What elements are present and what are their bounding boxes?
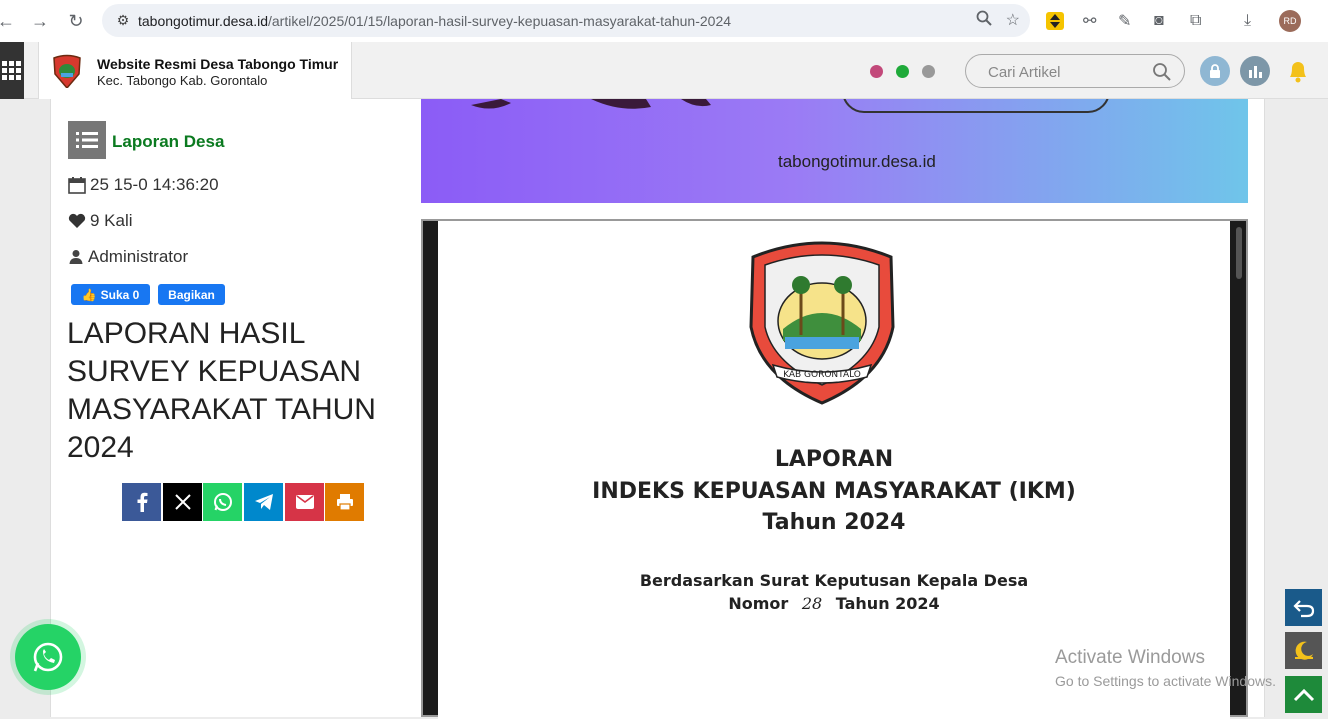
thumbs-up-icon: 👍 bbox=[81, 287, 97, 302]
zoom-icon[interactable] bbox=[976, 10, 992, 31]
x-icon bbox=[174, 494, 191, 510]
search-input[interactable]: Cari Artikel bbox=[965, 54, 1185, 88]
share-x-button[interactable] bbox=[163, 483, 202, 521]
list-icon bbox=[68, 121, 106, 159]
menu-grid-icon[interactable] bbox=[0, 42, 24, 99]
color-dot-pink[interactable] bbox=[870, 65, 883, 78]
whatsapp-icon bbox=[213, 493, 232, 511]
article-title: LAPORAN HASIL SURVEY KEPUASAN MASYARAKAT… bbox=[67, 317, 376, 464]
banner-illustration bbox=[471, 99, 711, 109]
facebook-like-button[interactable]: 👍 Suka 0 bbox=[71, 284, 150, 305]
pdf-viewer[interactable]: KAB GORONTALO LAPORAN INDEKS KEPUASAN MA… bbox=[421, 219, 1248, 719]
viewer-scrollbar[interactable] bbox=[1236, 227, 1242, 279]
address-bar[interactable]: ⚙ tabongotimur.desa.id/artikel/2025/01/1… bbox=[102, 4, 1030, 37]
article-banner-image: tabongotimur.desa.id bbox=[421, 99, 1248, 203]
camera-icon[interactable]: ◙ bbox=[1154, 9, 1164, 33]
forward-icon[interactable]: → bbox=[24, 5, 56, 37]
extensions-puzzle-icon[interactable]: ⧉ bbox=[1190, 9, 1201, 33]
article-author: Administrator bbox=[68, 247, 188, 267]
watermark-title: Activate Windows bbox=[1055, 647, 1205, 668]
share-email-button[interactable] bbox=[285, 483, 324, 521]
doc-number-line: Nomor 28 Tahun 2024 bbox=[728, 594, 940, 613]
chevron-up-icon bbox=[1293, 688, 1314, 701]
watermark-subtitle: Go to Settings to activate Windows. bbox=[1055, 673, 1276, 689]
bell-icon[interactable] bbox=[1283, 56, 1313, 86]
facebook-icon bbox=[137, 492, 147, 512]
browser-toolbar: ← → ↻ ⚙ tabongotimur.desa.id/artikel/202… bbox=[0, 0, 1328, 42]
banner-button-shape bbox=[842, 99, 1110, 113]
article-page: Laporan Desa 25 15-0 14:36:20 9 Kali Adm… bbox=[50, 99, 1265, 719]
share-whatsapp-button[interactable] bbox=[203, 483, 242, 521]
article-date: 25 15-0 14:36:20 bbox=[68, 175, 219, 195]
site-subtitle: Kec. Tabongo Kab. Gorontalo bbox=[97, 73, 268, 88]
scroll-top-button[interactable] bbox=[1285, 676, 1322, 713]
calendar-icon bbox=[68, 177, 86, 194]
statistics-icon[interactable] bbox=[1240, 56, 1270, 86]
category-link[interactable]: Laporan Desa bbox=[112, 132, 224, 152]
banner-url-text: tabongotimur.desa.id bbox=[778, 152, 936, 171]
telegram-icon bbox=[254, 494, 273, 510]
color-dot-gray[interactable] bbox=[922, 65, 935, 78]
emblem-text: KAB GORONTALO bbox=[783, 370, 861, 380]
search-icon[interactable] bbox=[1152, 62, 1172, 82]
dark-mode-button[interactable] bbox=[1285, 632, 1322, 669]
whatsapp-float-button[interactable] bbox=[15, 624, 81, 690]
pdf-page: KAB GORONTALO LAPORAN INDEKS KEPUASAN MA… bbox=[438, 221, 1230, 719]
views-text: 9 Kali bbox=[90, 211, 133, 230]
url-text[interactable]: tabongotimur.desa.id/artikel/2025/01/15/… bbox=[138, 13, 731, 29]
heart-icon bbox=[68, 213, 86, 228]
email-icon bbox=[295, 495, 314, 509]
regency-emblem: KAB GORONTALO bbox=[749, 241, 895, 405]
color-dot-green[interactable] bbox=[896, 65, 909, 78]
windows-activation-watermark: Activate Windows Go to Settings to activ… bbox=[1055, 647, 1276, 689]
bookmark-star-icon[interactable]: ☆ bbox=[1006, 10, 1020, 31]
doc-heading-line1: LAPORAN bbox=[774, 447, 894, 472]
reload-icon[interactable]: ↻ bbox=[60, 5, 92, 37]
user-icon bbox=[69, 250, 83, 264]
avatar[interactable]: RD bbox=[1279, 10, 1301, 32]
author-text: Administrator bbox=[88, 247, 189, 266]
extension-icon[interactable] bbox=[1045, 9, 1065, 33]
share-telegram-button[interactable] bbox=[244, 483, 283, 521]
search-placeholder: Cari Artikel bbox=[988, 64, 1061, 81]
extension-icon[interactable]: ⚯ bbox=[1083, 9, 1096, 33]
profile-avatar[interactable]: RD bbox=[1279, 9, 1301, 33]
share-facebook-button[interactable] bbox=[122, 483, 161, 521]
print-icon bbox=[336, 494, 353, 511]
site-info-icon[interactable]: ⚙ bbox=[108, 12, 138, 29]
facebook-share-button[interactable]: Bagikan bbox=[158, 284, 225, 305]
back-icon[interactable]: ← bbox=[0, 5, 22, 37]
article-views: 9 Kali bbox=[68, 211, 133, 231]
share-print-button[interactable] bbox=[325, 483, 364, 521]
site-title: Website Resmi Desa Tabongo Timur bbox=[97, 56, 339, 72]
whatsapp-icon bbox=[33, 642, 63, 672]
site-header: Website Resmi Desa Tabongo Timur Kec. Ta… bbox=[0, 42, 1328, 99]
date-text: 25 15-0 14:36:20 bbox=[90, 175, 219, 194]
doc-number-handwritten: 28 bbox=[801, 594, 823, 613]
site-brand[interactable]: Website Resmi Desa Tabongo Timur Kec. Ta… bbox=[38, 42, 352, 99]
download-icon[interactable]: ⤓ bbox=[1244, 9, 1251, 33]
doc-heading-line2: INDEKS KEPUASAN MASYARAKAT (IKM) bbox=[592, 479, 1076, 504]
moon-icon bbox=[1294, 641, 1313, 660]
pen-extension-icon[interactable]: ✎ bbox=[1118, 9, 1131, 33]
lock-icon[interactable] bbox=[1200, 56, 1230, 86]
undo-button[interactable] bbox=[1285, 589, 1322, 626]
doc-subheading: Berdasarkan Surat Keputusan Kepala Desa bbox=[639, 571, 1029, 590]
undo-icon bbox=[1292, 599, 1314, 617]
doc-heading-line3: Tahun 2024 bbox=[762, 510, 906, 535]
site-logo bbox=[53, 54, 81, 88]
